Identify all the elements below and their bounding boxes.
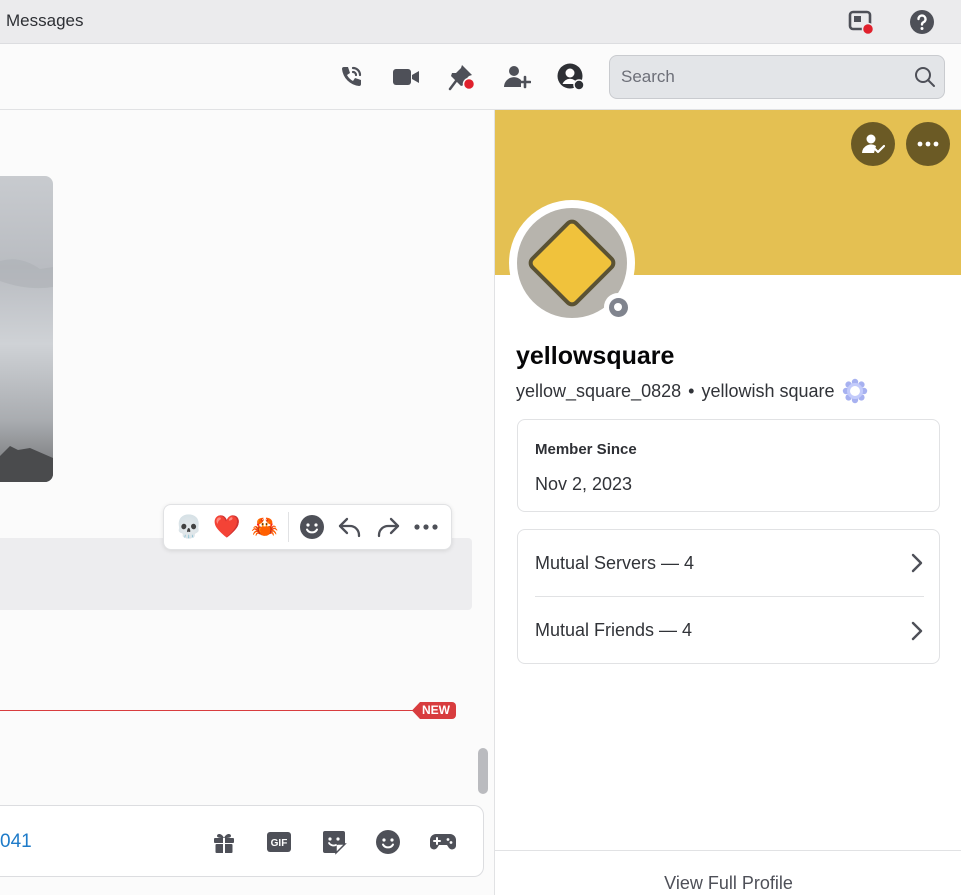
video-camera-icon[interactable] xyxy=(392,64,420,90)
reply-icon[interactable] xyxy=(331,509,369,545)
new-messages-badge: NEW xyxy=(412,702,456,719)
yellow-diamond-image xyxy=(525,216,619,310)
title-bar: Messages xyxy=(0,0,961,44)
emoji-icon[interactable] xyxy=(374,829,402,855)
channel-header xyxy=(0,44,961,110)
member-since-card: Member Since Nov 2, 2023 xyxy=(517,419,940,512)
friend-status-button[interactable] xyxy=(851,122,895,166)
nitro-badge-icon[interactable] xyxy=(842,378,868,404)
view-full-profile-link[interactable]: View Full Profile xyxy=(495,873,961,894)
scrollbar-thumb[interactable] xyxy=(478,748,488,794)
message-composer[interactable]: 041 GIF xyxy=(0,805,484,877)
mutuals-card: Mutual Servers — 4 Mutual Friends — 4 xyxy=(517,529,940,664)
mutual-friends-label: Mutual Friends — 4 xyxy=(535,620,693,640)
composer-text[interactable]: 041 xyxy=(0,831,32,853)
member-since-label: Member Since xyxy=(535,441,637,458)
message-actions-toolbar: 💀 ❤️ 🦀 xyxy=(163,504,452,550)
member-since-date: Nov 2, 2023 xyxy=(535,474,633,494)
mutual-friends-row[interactable]: Mutual Friends — 4 xyxy=(535,597,924,664)
user-profile-icon[interactable] xyxy=(557,63,585,91)
toolbar-divider xyxy=(288,512,289,542)
search-icon[interactable] xyxy=(914,66,936,93)
crab-reaction-icon[interactable]: 🦀 xyxy=(246,509,284,545)
gift-icon[interactable] xyxy=(210,829,238,855)
more-icon[interactable] xyxy=(407,509,445,545)
skull-reaction-icon[interactable]: 💀 xyxy=(170,509,208,545)
add-friend-icon[interactable] xyxy=(503,64,531,90)
image-attachment[interactable] xyxy=(0,176,53,482)
separator-dot: • xyxy=(688,380,695,401)
gif-label: GIF xyxy=(271,838,288,849)
more-icon xyxy=(917,141,939,147)
offline-status-icon xyxy=(604,293,632,321)
phone-call-icon[interactable] xyxy=(337,64,365,90)
search-input[interactable] xyxy=(621,66,901,88)
inbox-icon[interactable] xyxy=(848,9,874,35)
pronouns: yellowish square xyxy=(701,380,835,401)
add-reaction-icon[interactable] xyxy=(293,509,331,545)
new-messages-divider xyxy=(0,710,452,711)
profile-more-button[interactable] xyxy=(906,122,950,166)
friend-check-icon xyxy=(862,134,885,154)
heart-reaction-icon[interactable]: ❤️ xyxy=(208,509,246,545)
pin-icon[interactable] xyxy=(448,64,476,91)
chevron-right-icon xyxy=(911,553,923,573)
game-controller-icon[interactable] xyxy=(429,829,457,855)
username-line: yellow_square_0828 • yellowish square xyxy=(516,378,868,404)
window-title: Messages xyxy=(6,11,84,30)
mutual-servers-row[interactable]: Mutual Servers — 4 xyxy=(535,530,924,597)
chevron-right-icon xyxy=(911,621,923,640)
chat-area: 💀 ❤️ 🦀 NEW 041 GIF xyxy=(0,110,494,895)
user-profile-panel: yellowsquare yellow_square_0828 • yellow… xyxy=(494,110,961,895)
search-box[interactable] xyxy=(609,55,945,99)
profile-footer: View Full Profile xyxy=(495,850,961,895)
avatar[interactable] xyxy=(509,200,635,326)
help-icon[interactable] xyxy=(909,9,935,35)
display-name: yellowsquare xyxy=(516,342,675,370)
forward-icon[interactable] xyxy=(369,509,407,545)
mutual-servers-label: Mutual Servers — 4 xyxy=(535,552,695,573)
gif-icon[interactable]: GIF xyxy=(265,829,293,855)
sticker-icon[interactable] xyxy=(320,829,348,855)
username: yellow_square_0828 xyxy=(516,380,682,401)
